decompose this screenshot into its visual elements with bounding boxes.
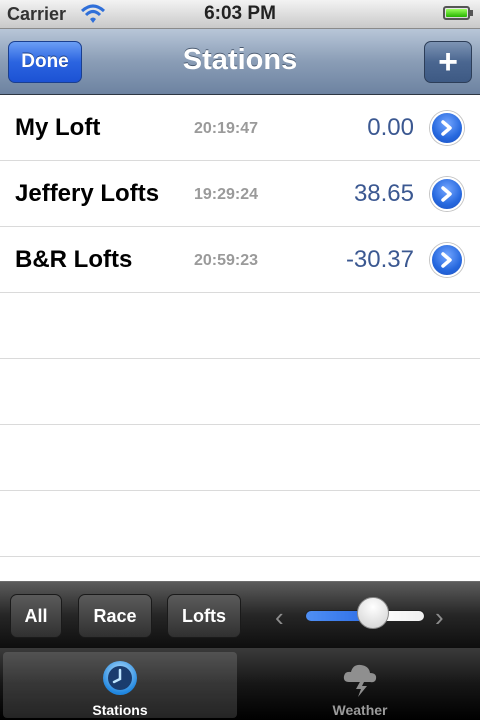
battery-tip bbox=[470, 10, 473, 16]
chevron-left-icon[interactable]: ‹ bbox=[275, 602, 295, 632]
station-value: 0.00 bbox=[367, 114, 414, 141]
station-value: 38.65 bbox=[353, 180, 414, 207]
station-name: My Loft bbox=[15, 114, 101, 141]
station-row[interactable]: Jeffery Lofts 19:29:24 38.65 bbox=[0, 161, 480, 227]
station-value: -30.37 bbox=[345, 246, 414, 273]
station-time: 20:19:47 bbox=[194, 120, 259, 137]
station-name: Jeffery Lofts bbox=[15, 180, 160, 207]
station-row[interactable]: My Loft 20:19:47 0.00 bbox=[0, 95, 480, 161]
filter-all-button[interactable]: All bbox=[10, 594, 62, 638]
empty-row bbox=[0, 293, 480, 359]
empty-row bbox=[0, 491, 480, 557]
cloud-lightning-icon bbox=[343, 664, 377, 697]
tab-label: Weather bbox=[332, 702, 388, 718]
page-title: Stations bbox=[182, 44, 298, 76]
disclosure-chevron-icon[interactable] bbox=[430, 177, 464, 211]
tab-bar: Stations Weather bbox=[0, 648, 480, 720]
station-time: 19:29:24 bbox=[194, 186, 259, 203]
plus-icon: + bbox=[438, 43, 458, 81]
stations-table: My Loft 20:19:47 0.00 Jeffery Lofts 19:2… bbox=[0, 95, 480, 581]
navigation-bar: Done Stations + bbox=[0, 29, 480, 95]
filter-toolbar: All Race Lofts ‹ › bbox=[0, 581, 480, 648]
empty-row bbox=[0, 359, 480, 425]
clock-icon bbox=[103, 661, 137, 695]
slider-thumb[interactable] bbox=[357, 597, 390, 629]
tab-weather[interactable]: Weather bbox=[243, 652, 477, 718]
station-name: B&R Lofts bbox=[15, 246, 133, 273]
filter-lofts-button[interactable]: Lofts bbox=[167, 594, 241, 638]
battery-icon bbox=[443, 6, 470, 20]
disclosure-chevron-icon[interactable] bbox=[430, 243, 464, 277]
add-station-button[interactable]: + bbox=[424, 41, 472, 83]
tab-label: Stations bbox=[92, 702, 148, 718]
empty-row bbox=[0, 425, 480, 491]
filter-race-button[interactable]: Race bbox=[78, 594, 152, 638]
chevron-right-icon[interactable]: › bbox=[435, 602, 455, 632]
status-bar: Carrier 6:03 PM bbox=[0, 0, 480, 29]
disclosure-chevron-icon[interactable] bbox=[430, 111, 464, 145]
status-time: 6:03 PM bbox=[204, 3, 276, 24]
tab-stations[interactable]: Stations bbox=[3, 652, 237, 718]
station-time: 20:59:23 bbox=[194, 252, 259, 269]
station-row[interactable]: B&R Lofts 20:59:23 -30.37 bbox=[0, 227, 480, 293]
